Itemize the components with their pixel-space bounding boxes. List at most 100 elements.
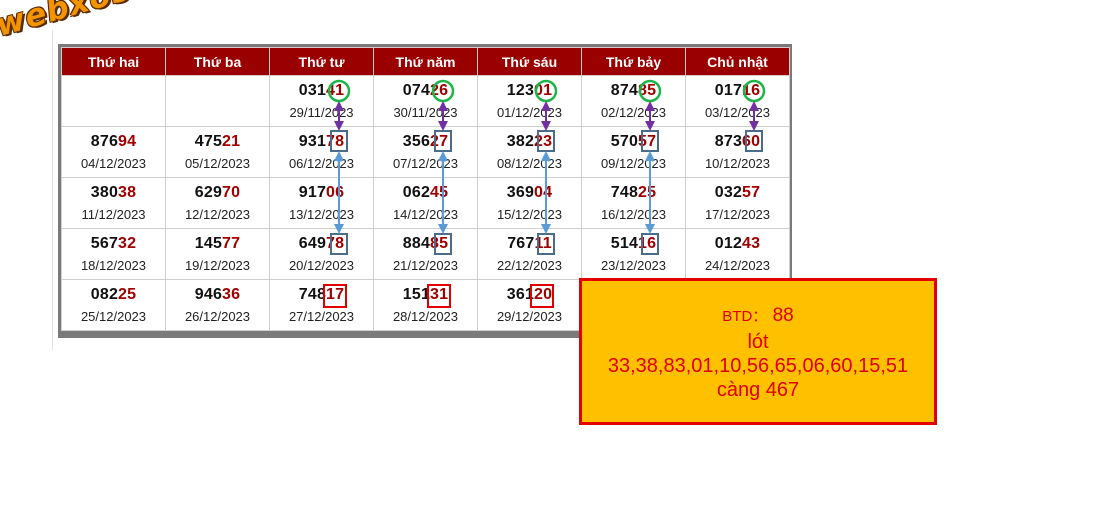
result-number-prefix: 369	[506, 183, 535, 201]
result-cell: 01716 03/12/2023	[685, 75, 790, 127]
result-number-prefix: 032	[714, 183, 743, 201]
result-number-last-two: 57	[742, 183, 761, 201]
result-cell: 35627 07/12/2023	[373, 126, 478, 178]
header-saturday: Thứ bảy	[581, 47, 686, 76]
result-number-prefix: 082	[90, 285, 119, 303]
result-number: 06245	[374, 183, 477, 203]
result-number: 35627	[374, 132, 477, 152]
result-cell: 74817 27/12/2023	[269, 279, 374, 331]
result-date: 24/12/2023	[704, 257, 771, 273]
result-number-last-two: 94	[118, 132, 137, 150]
result-cell: 93178 06/12/2023	[269, 126, 374, 178]
result-date: 14/12/2023	[392, 206, 459, 222]
result-date: 06/12/2023	[288, 155, 355, 171]
result-cell: 74825 16/12/2023	[581, 177, 686, 229]
result-number-last-two: 43	[742, 234, 761, 252]
result-number-prefix: 884	[402, 234, 431, 252]
result-number-prefix: 012	[714, 234, 743, 252]
result-number-last-two: 38	[118, 183, 137, 201]
result-number: 87360	[686, 132, 789, 152]
result-date: 25/12/2023	[80, 308, 147, 324]
result-date: 23/12/2023	[600, 257, 667, 273]
header-thursday: Thứ năm	[373, 47, 478, 76]
result-date: 05/12/2023	[184, 155, 251, 171]
result-cell: 08225 25/12/2023	[61, 279, 166, 331]
result-number-prefix: 145	[194, 234, 223, 252]
result-number-prefix: 380	[90, 183, 119, 201]
result-date: 08/12/2023	[496, 155, 563, 171]
lot-label: lót	[747, 331, 769, 353]
result-number-prefix: 874	[610, 81, 639, 99]
result-number-last-two: 21	[222, 132, 241, 150]
result-number: 47521	[166, 132, 269, 152]
result-number-prefix: 356	[402, 132, 431, 150]
result-number: 74825	[582, 183, 685, 203]
header-friday: Thứ sáu	[477, 47, 582, 76]
result-number-prefix: 031	[298, 81, 327, 99]
result-number: 15131	[374, 285, 477, 305]
result-number: 56732	[62, 234, 165, 254]
table-row: 38038 11/12/2023 62970 12/12/2023 91706 13/12…	[61, 177, 790, 229]
result-number-last-two: 45	[430, 183, 449, 201]
result-number-last-two: 36	[222, 285, 241, 303]
result-cell: 38223 08/12/2023	[477, 126, 582, 178]
result-cell: 88485 21/12/2023	[373, 228, 478, 280]
result-number: 87694	[62, 132, 165, 152]
result-date: 13/12/2023	[288, 206, 355, 222]
result-number-prefix: 748	[298, 285, 327, 303]
result-cell: 03141 29/11/2023	[269, 75, 374, 127]
result-number-prefix: 382	[506, 132, 535, 150]
result-number-last-two: 01	[534, 81, 553, 99]
result-date: 27/12/2023	[288, 308, 355, 324]
result-number-last-two: 25	[638, 183, 657, 201]
result-number: 03257	[686, 183, 789, 203]
result-number: 94636	[166, 285, 269, 305]
result-date: 09/12/2023	[600, 155, 667, 171]
result-cell: 14577 19/12/2023	[165, 228, 270, 280]
result-date: 29/11/2023	[289, 104, 354, 120]
result-number-last-two: 77	[222, 234, 241, 252]
result-date: 17/12/2023	[704, 206, 771, 222]
header-tuesday: Thứ ba	[165, 47, 270, 76]
result-number-last-two: 11	[534, 234, 552, 252]
result-cell: 87360 10/12/2023	[685, 126, 790, 178]
result-cell: 62970 12/12/2023	[165, 177, 270, 229]
result-number: 74817	[270, 285, 373, 305]
cang-text: càng 467	[716, 379, 800, 401]
result-date: 26/12/2023	[184, 308, 251, 324]
result-number: 51416	[582, 234, 685, 254]
watermark-logo: webxoso.net	[0, 0, 227, 44]
lot-numbers: 33,38,83,01,10,56,65,06,60,15,51	[607, 355, 909, 377]
result-date: 04/12/2023	[80, 155, 147, 171]
result-number: 57057	[582, 132, 685, 152]
result-number-prefix: 629	[194, 183, 223, 201]
result-date: 12/12/2023	[184, 206, 251, 222]
btd-line: BTD： 88	[582, 303, 934, 330]
result-number-last-two: 31	[430, 285, 449, 303]
result-cell: 38038 11/12/2023	[61, 177, 166, 229]
result-number-prefix: 649	[298, 234, 327, 252]
result-number-prefix: 514	[610, 234, 639, 252]
result-number: 62970	[166, 183, 269, 203]
result-number: 64978	[270, 234, 373, 254]
result-date: 11/12/2023	[81, 206, 146, 222]
result-cell: 03257 17/12/2023	[685, 177, 790, 229]
result-number-prefix: 567	[90, 234, 119, 252]
result-number-last-two: 57	[638, 132, 657, 150]
table-row: 87694 04/12/2023 47521 05/12/2023 93178 06/12…	[61, 126, 790, 178]
result-number-last-two: 32	[118, 234, 137, 252]
result-date: 07/12/2023	[392, 155, 459, 171]
result-number-last-two: 41	[326, 81, 345, 99]
result-cell: 76711 22/12/2023	[477, 228, 582, 280]
result-number-last-two: 85	[430, 234, 449, 252]
result-cell: 56732 18/12/2023	[61, 228, 166, 280]
page-divider-line	[52, 30, 53, 350]
result-number-last-two: 78	[326, 234, 345, 252]
prediction-box: BTD： 88 lót 33,38,83,01,10,56,65,06,60,1…	[579, 278, 937, 425]
result-cell: 57057 09/12/2023	[581, 126, 686, 178]
result-number: 87485	[582, 81, 685, 101]
result-cell: 06245 14/12/2023	[373, 177, 478, 229]
result-date: 01/12/2023	[496, 104, 563, 120]
result-number: 14577	[166, 234, 269, 254]
table-row: 56732 18/12/2023 14577 19/12/2023 64978 20/12…	[61, 228, 790, 280]
